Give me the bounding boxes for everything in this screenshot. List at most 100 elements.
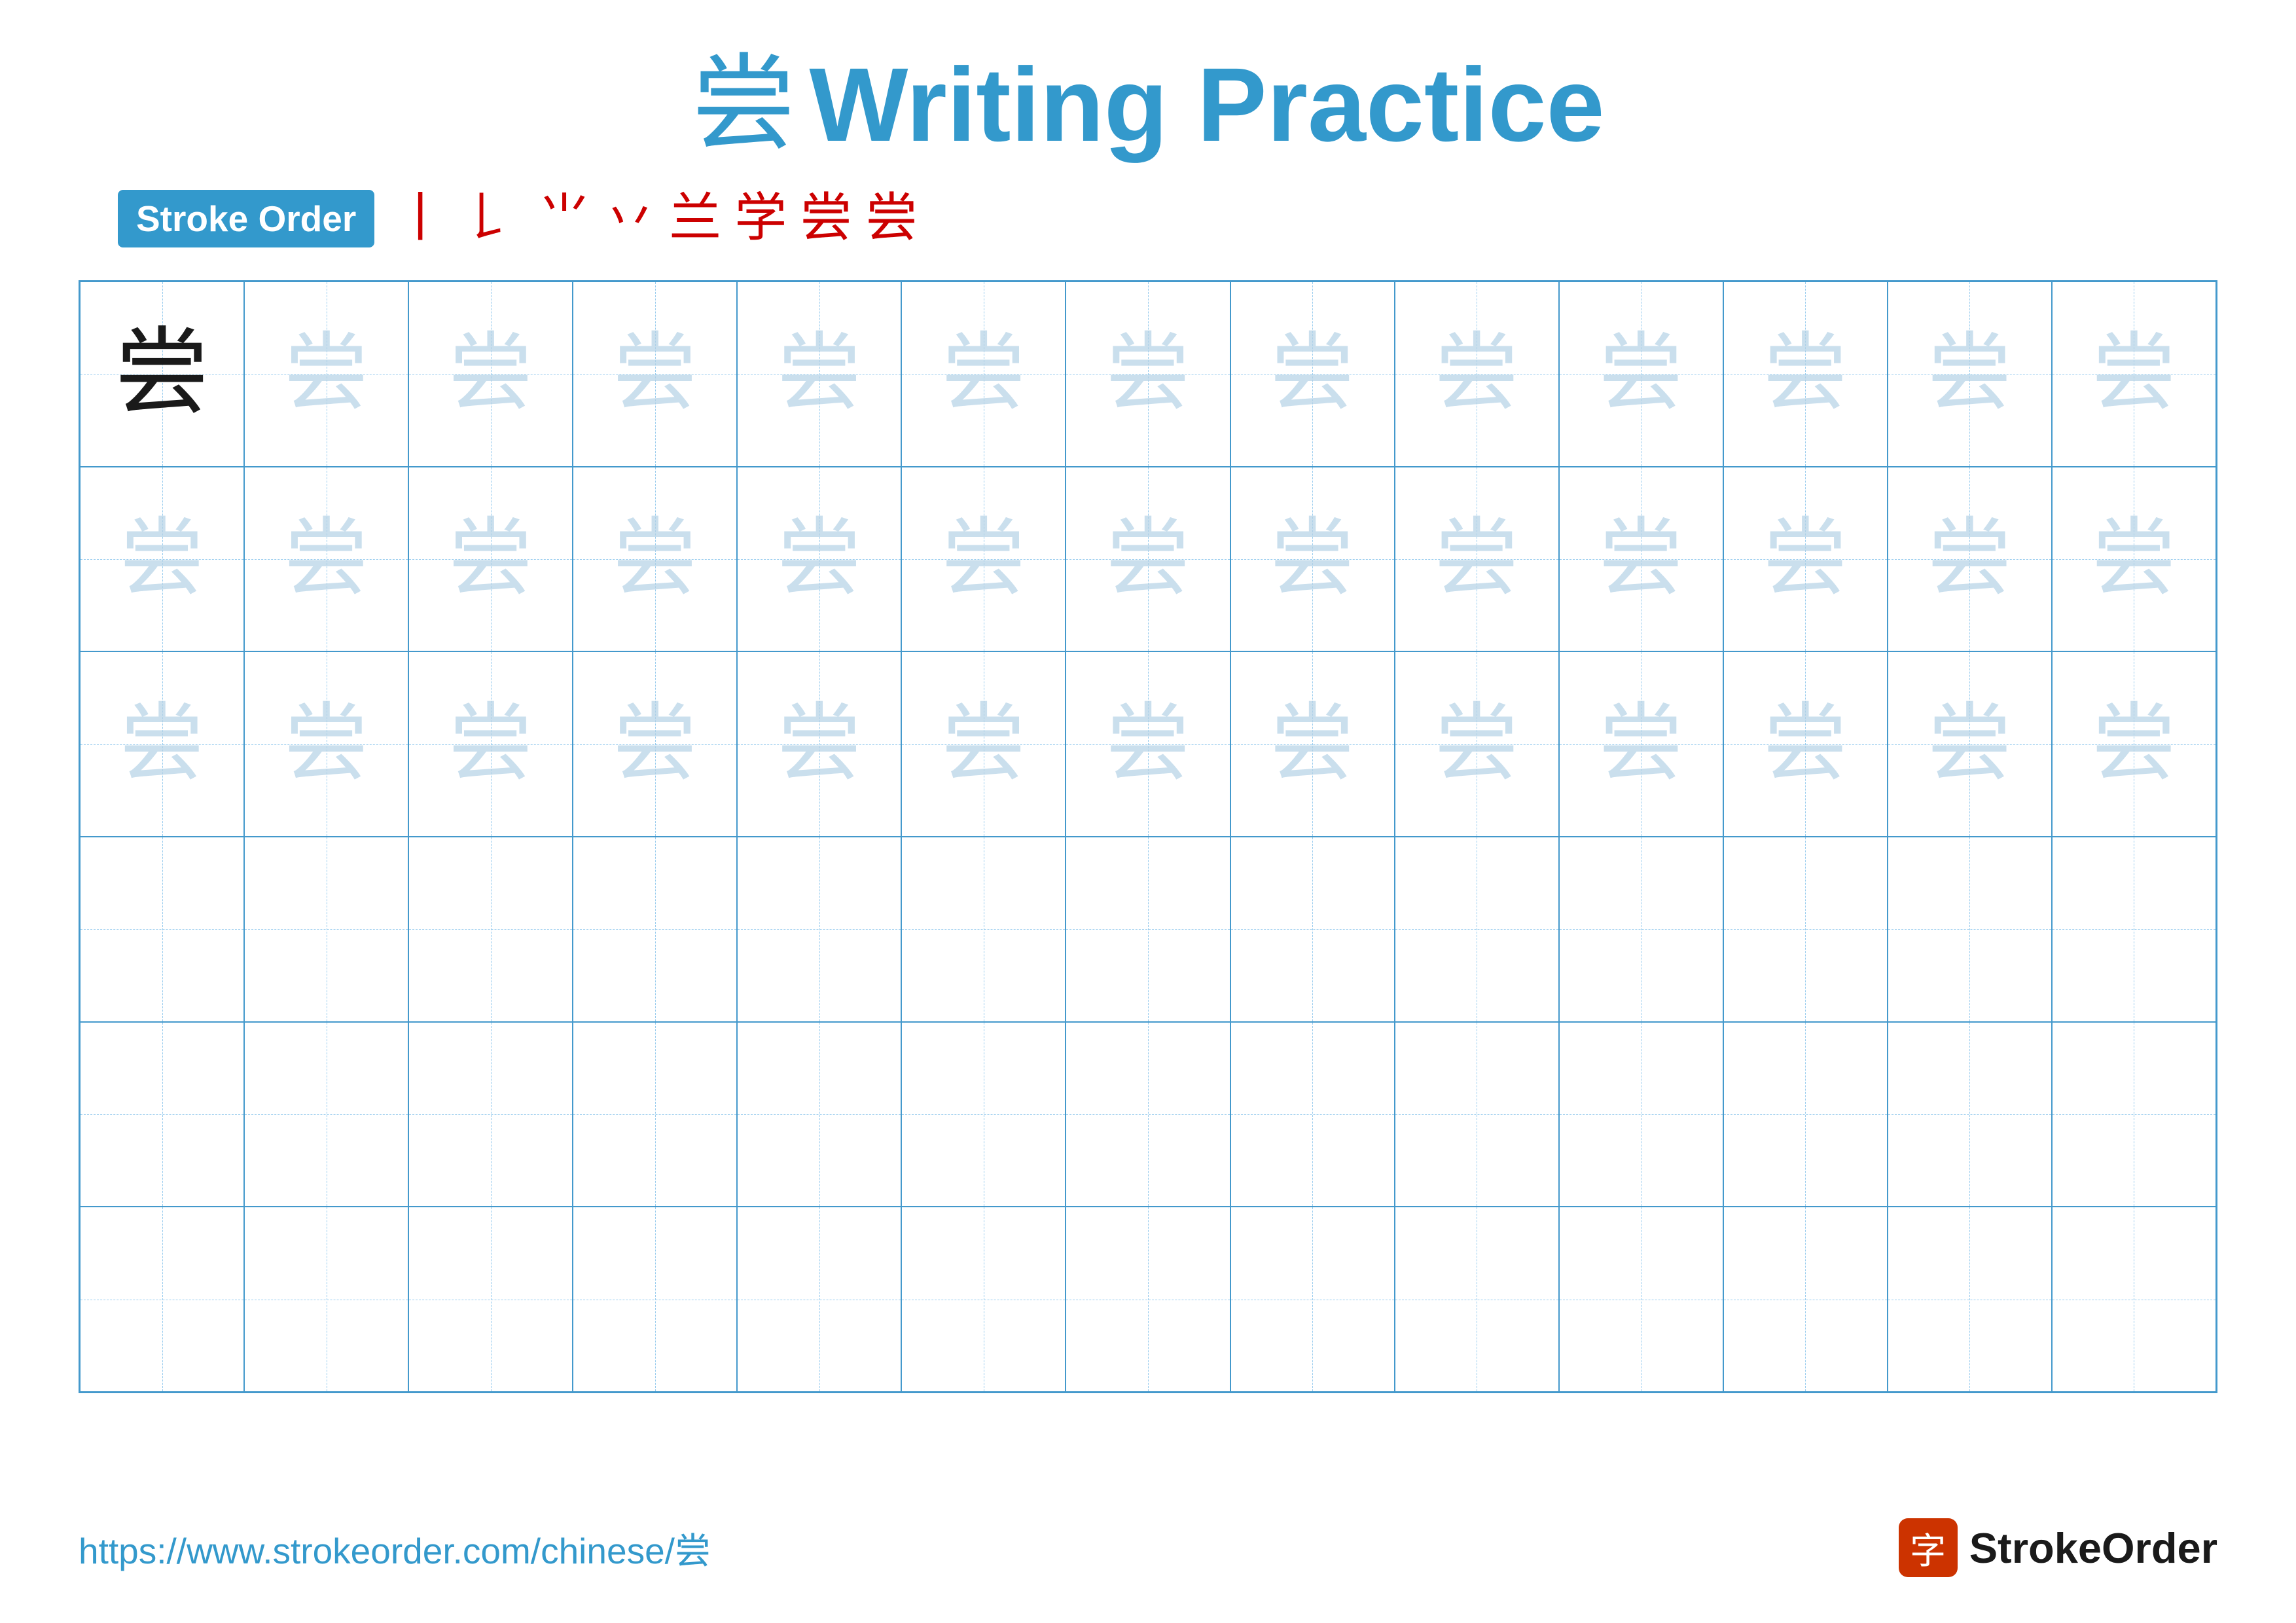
page-title: Writing Practice	[809, 52, 1604, 157]
stroke-step-5: 丷	[603, 192, 656, 245]
grid-cell[interactable]	[573, 1022, 737, 1207]
grid-cell[interactable]: 尝	[80, 467, 244, 652]
grid-cell[interactable]: 尝	[1723, 651, 1888, 837]
grid-cell[interactable]	[1723, 1022, 1888, 1207]
grid-cell[interactable]: 尝	[244, 467, 408, 652]
grid-cell[interactable]: 尝	[80, 651, 244, 837]
practice-char: 尝	[448, 331, 533, 416]
practice-char: 尝	[2091, 331, 2176, 416]
footer-logo-icon: 字	[1899, 1518, 1958, 1577]
grid-cell[interactable]	[408, 837, 573, 1022]
grid-cell[interactable]: 尝	[2052, 651, 2216, 837]
grid-cell[interactable]	[408, 1022, 573, 1207]
stroke-step-2: 𠄌	[459, 192, 512, 245]
grid-cell[interactable]: 尝	[1066, 282, 1230, 467]
grid-cell[interactable]: 尝	[1230, 651, 1395, 837]
grid-cell[interactable]: 尝	[1230, 467, 1395, 652]
practice-char: 尝	[1763, 331, 1848, 416]
grid-cell[interactable]: 尝	[408, 467, 573, 652]
grid-cell[interactable]	[244, 1022, 408, 1207]
practice-char: 尝	[448, 517, 533, 602]
grid-cell[interactable]	[244, 837, 408, 1022]
grid-cell[interactable]: 尝	[1395, 651, 1559, 837]
grid-cell[interactable]	[1888, 1022, 2052, 1207]
grid-cell[interactable]: 尝	[244, 282, 408, 467]
grid-cell[interactable]	[2052, 837, 2216, 1022]
grid-cell[interactable]: 尝	[573, 467, 737, 652]
grid-cell[interactable]	[1395, 837, 1559, 1022]
grid-cell[interactable]	[901, 837, 1066, 1022]
grid-cell[interactable]: 尝	[1559, 651, 1723, 837]
grid-cell[interactable]	[1395, 1207, 1559, 1392]
stroke-order-row: Stroke Order 丨 𠄌 𠄍 ⺌ 丷 兰 学 尝 尝	[118, 190, 918, 247]
practice-char: 尝	[1434, 702, 1519, 787]
grid-cell[interactable]	[1888, 837, 2052, 1022]
grid-cell[interactable]: 尝	[737, 651, 901, 837]
grid-cell[interactable]: 尝	[1066, 651, 1230, 837]
grid-cell[interactable]: 尝	[737, 467, 901, 652]
practice-char: 尝	[120, 517, 205, 602]
grid-cell[interactable]: 尝	[901, 651, 1066, 837]
grid-cell[interactable]	[1888, 1207, 2052, 1392]
grid-cell[interactable]	[2052, 1022, 2216, 1207]
grid-cell[interactable]	[1230, 1207, 1395, 1392]
grid-cell[interactable]	[244, 1207, 408, 1392]
grid-cell[interactable]	[737, 1207, 901, 1392]
practice-char: 尝	[448, 702, 533, 787]
grid-cell[interactable]	[1066, 1207, 1230, 1392]
grid-cell[interactable]	[80, 1022, 244, 1207]
grid-cell[interactable]	[573, 1207, 737, 1392]
grid-cell[interactable]	[737, 837, 901, 1022]
grid-cell[interactable]: 尝	[1066, 467, 1230, 652]
grid-cell[interactable]: 尝	[408, 651, 573, 837]
grid-cell[interactable]: 尝	[901, 467, 1066, 652]
grid-cell[interactable]	[1395, 1022, 1559, 1207]
grid-cell[interactable]	[1723, 837, 1888, 1022]
grid-cell[interactable]	[80, 1207, 244, 1392]
grid-cell[interactable]: 尝	[737, 282, 901, 467]
grid-cell[interactable]	[1066, 1022, 1230, 1207]
grid-cell[interactable]	[901, 1207, 1066, 1392]
grid-cell[interactable]: 尝	[2052, 467, 2216, 652]
grid-cell[interactable]: 尝	[573, 651, 737, 837]
grid-cell[interactable]	[2052, 1207, 2216, 1392]
grid-cell[interactable]: 尝	[1395, 467, 1559, 652]
grid-cell[interactable]	[1559, 1022, 1723, 1207]
grid-cell[interactable]: 尝	[80, 282, 244, 467]
grid-cell[interactable]	[408, 1207, 573, 1392]
grid-cell[interactable]: 尝	[2052, 282, 2216, 467]
grid-cell[interactable]: 尝	[573, 282, 737, 467]
grid-cell[interactable]	[1723, 1207, 1888, 1392]
practice-char: 尝	[2091, 517, 2176, 602]
grid-cell[interactable]	[1066, 837, 1230, 1022]
practice-char: 尝	[613, 702, 698, 787]
practice-char: 尝	[777, 517, 862, 602]
grid-cell[interactable]: 尝	[1559, 282, 1723, 467]
grid-cell[interactable]: 尝	[1888, 282, 2052, 467]
grid-cell[interactable]: 尝	[1559, 467, 1723, 652]
stroke-step-9: 尝	[865, 192, 918, 245]
grid-cell[interactable]	[573, 837, 737, 1022]
practice-char: 尝	[1927, 702, 2012, 787]
grid-cell[interactable]	[1230, 837, 1395, 1022]
grid-cell[interactable]: 尝	[1888, 467, 2052, 652]
grid-cell[interactable]	[1230, 1022, 1395, 1207]
grid-cell[interactable]: 尝	[901, 282, 1066, 467]
grid-cell[interactable]	[737, 1022, 901, 1207]
grid-cell[interactable]	[901, 1022, 1066, 1207]
grid-cell[interactable]: 尝	[408, 282, 573, 467]
grid-cell[interactable]: 尝	[1723, 467, 1888, 652]
practice-char: 尝	[284, 517, 369, 602]
footer-logo-char: 字	[1910, 1522, 1946, 1574]
grid-cell[interactable]: 尝	[1723, 282, 1888, 467]
grid-cell[interactable]	[80, 837, 244, 1022]
practice-grid: 尝尝尝尝尝尝尝尝尝尝尝尝尝尝尝尝尝尝尝尝尝尝尝尝尝尝尝尝尝尝尝尝尝尝尝尝尝尝尝	[79, 280, 2217, 1393]
grid-cell[interactable]: 尝	[1888, 651, 2052, 837]
grid-cell[interactable]: 尝	[244, 651, 408, 837]
grid-cell[interactable]: 尝	[1395, 282, 1559, 467]
grid-cell[interactable]	[1559, 1207, 1723, 1392]
grid-cell[interactable]	[1559, 837, 1723, 1022]
grid-cell[interactable]: 尝	[1230, 282, 1395, 467]
footer-url[interactable]: https://www.strokeorder.com/chinese/尝	[79, 1522, 711, 1574]
practice-char: 尝	[1763, 702, 1848, 787]
